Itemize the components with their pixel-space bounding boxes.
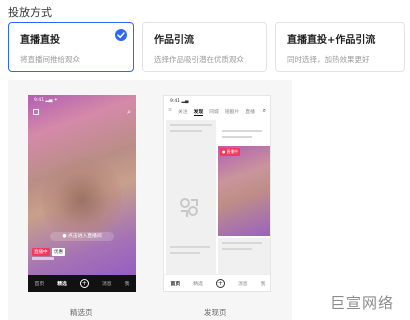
promo-tag: 优惠 bbox=[52, 248, 65, 256]
placeholder-line bbox=[222, 248, 252, 250]
top-tabs: ≡ 关注 发现 同城 短剧片 直播 bbox=[168, 108, 255, 116]
option-desc: 选择作品吸引潜在优质观众 bbox=[154, 55, 244, 64]
placeholder-line bbox=[170, 246, 210, 248]
live-tag: 直播中 bbox=[32, 248, 50, 256]
tab-shorts: 短剧片 bbox=[224, 110, 240, 115]
status-bar: 9:41 ▂▄ ✦ bbox=[34, 98, 58, 103]
tab-follow: 关注 bbox=[178, 110, 188, 115]
tab-local: 同城 bbox=[209, 110, 219, 115]
placeholder-line bbox=[222, 242, 262, 244]
nav-me: 我 bbox=[260, 281, 266, 287]
nav-messages: 消息 bbox=[237, 281, 248, 287]
placeholder-logo-icon bbox=[180, 198, 198, 217]
option-title: 直播直投+作品引流 bbox=[287, 35, 376, 46]
placeholder-line bbox=[222, 130, 262, 132]
nav-me: 我 bbox=[124, 282, 130, 287]
placeholder-line bbox=[170, 252, 200, 254]
placeholder-line bbox=[170, 130, 202, 132]
nav-featured: 精选 bbox=[57, 282, 67, 287]
live-entry-pill: ● 点击进入直播间 bbox=[50, 232, 114, 241]
menu-icon bbox=[33, 109, 39, 115]
nav-messages: 消息 bbox=[101, 282, 112, 287]
nav-home: 首页 bbox=[170, 281, 181, 287]
phone-label-featured: 精选页 bbox=[70, 308, 93, 317]
search-icon: ⌕ bbox=[262, 107, 266, 114]
tab-live: 直播 bbox=[245, 110, 255, 115]
option-works-traffic[interactable]: 作品引流 选择作品吸引潜在优质观众 bbox=[142, 22, 267, 72]
option-desc: 同时选择，加热效果更好 bbox=[287, 55, 370, 64]
phone-preview-discover: 9:41 ▂▄ ≡ 关注 发现 同城 短剧片 直播 ⌕ ● 直播中 首页 精选 … bbox=[163, 95, 271, 292]
caption-bar bbox=[32, 257, 54, 260]
option-live-direct[interactable]: 直播直投 将直播间推给观众 bbox=[8, 22, 134, 72]
menu-icon: ≡ bbox=[168, 108, 173, 113]
check-icon bbox=[115, 29, 127, 41]
live-video-card bbox=[218, 146, 270, 236]
option-desc: 将直播间推给观众 bbox=[20, 55, 80, 64]
plus-icon: + bbox=[79, 279, 89, 288]
feed-card-placeholder bbox=[218, 120, 270, 144]
watermark: 巨宣网络 bbox=[329, 294, 394, 312]
phone-label-discover: 发现页 bbox=[204, 308, 227, 317]
placeholder-line bbox=[222, 136, 252, 138]
nav-featured: 精选 bbox=[193, 281, 203, 287]
section-title: 投放方式 bbox=[8, 6, 52, 19]
tab-discover: 发现 bbox=[193, 110, 204, 116]
option-combined[interactable]: 直播直投+作品引流 同时选择，加热效果更好 bbox=[275, 22, 405, 72]
placeholder-line bbox=[170, 124, 212, 126]
option-title: 作品引流 bbox=[154, 35, 194, 46]
search-icon: ⌕ bbox=[127, 108, 131, 116]
phone-preview-featured: 9:41 ▂▄ ✦ ⌕ ● 点击进入直播间 直播中 优惠 首页 精选 + 消息 … bbox=[28, 95, 136, 292]
plus-icon: + bbox=[215, 278, 225, 288]
bottom-nav: 首页 精选 + 消息 我 bbox=[28, 275, 136, 292]
status-bar: 9:41 ▂▄ bbox=[170, 99, 189, 104]
live-tag: ● 直播中 bbox=[220, 148, 240, 156]
bottom-nav: 首页 精选 + 消息 我 bbox=[164, 274, 270, 291]
nav-home: 首页 bbox=[34, 282, 45, 287]
